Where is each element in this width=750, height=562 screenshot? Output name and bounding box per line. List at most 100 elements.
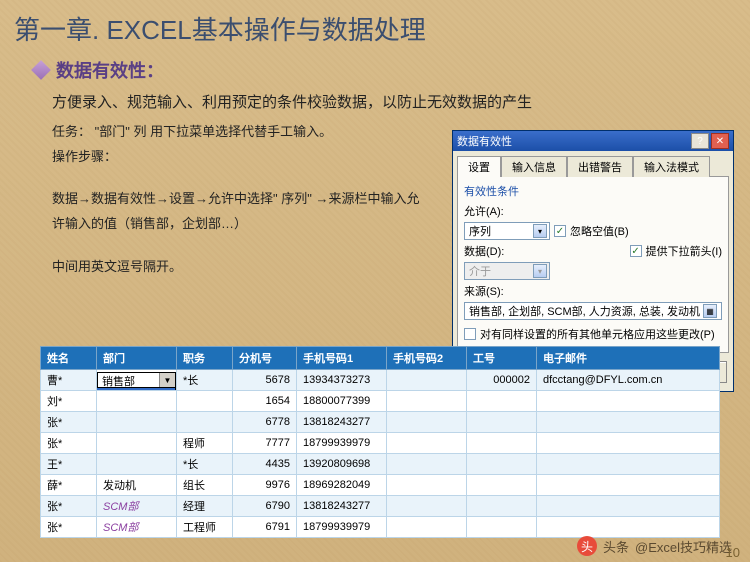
group-label: 有效性条件 (464, 183, 722, 199)
table-row[interactable]: 张*SCM部工程师679118799939979 (41, 517, 720, 538)
cell-ext[interactable]: 7777 (233, 433, 297, 454)
dialog-tabs: 设置 输入信息 出错警告 输入法模式 (453, 151, 733, 176)
cell-job[interactable]: 经理 (177, 496, 233, 517)
cell-name[interactable]: 曹* (41, 370, 97, 391)
cell-email[interactable] (537, 454, 720, 475)
dialog-close-button[interactable]: ✕ (711, 133, 729, 149)
cell-job[interactable]: *长 (177, 370, 233, 391)
cell-dept[interactable]: 发动机 (97, 475, 177, 496)
cell-phone2[interactable] (387, 517, 467, 538)
cell-email[interactable] (537, 433, 720, 454)
body-para-2: 中间用英文逗号隔开。 (52, 255, 432, 280)
cell-phone2[interactable] (387, 475, 467, 496)
cell-job[interactable]: 组长 (177, 475, 233, 496)
cell-phone1[interactable]: 13920809698 (297, 454, 387, 475)
cell-phone1[interactable]: 18799939979 (297, 517, 387, 538)
cell-ext[interactable]: 6791 (233, 517, 297, 538)
dept-input[interactable]: 销售部▼ (97, 372, 176, 389)
cell-dept[interactable] (97, 454, 177, 475)
cell-name[interactable]: 张* (41, 496, 97, 517)
cell-phone2[interactable] (387, 391, 467, 412)
cell-name[interactable]: 张* (41, 433, 97, 454)
table-row[interactable]: 张* 程师777718799939979 (41, 433, 720, 454)
cell-phone1[interactable]: 18800077399 (297, 391, 387, 412)
cell-email[interactable] (537, 412, 720, 433)
tab-ime-mode[interactable]: 输入法模式 (633, 156, 710, 177)
cell-ext[interactable]: 9976 (233, 475, 297, 496)
dialog-title-text: 数据有效性 (457, 133, 689, 149)
cell-empid[interactable] (467, 391, 537, 412)
cell-empid[interactable] (467, 496, 537, 517)
cell-name[interactable]: 张* (41, 412, 97, 433)
cell-phone1[interactable]: 18969282049 (297, 475, 387, 496)
cell-name[interactable]: 张* (41, 517, 97, 538)
tab-settings[interactable]: 设置 (457, 156, 501, 177)
cell-ext[interactable]: 5678 (233, 370, 297, 391)
table-row[interactable]: 薛*发动机组长997618969282049 (41, 475, 720, 496)
cell-ext[interactable]: 6778 (233, 412, 297, 433)
cell-job[interactable] (177, 412, 233, 433)
tab-error-alert[interactable]: 出错警告 (567, 156, 633, 177)
allow-value: 序列 (469, 223, 491, 239)
cell-dept[interactable] (97, 391, 177, 412)
cell-empid[interactable] (467, 433, 537, 454)
apply-changes-checkbox[interactable]: ✓ (464, 328, 476, 340)
cell-name[interactable]: 薛* (41, 475, 97, 496)
cell-job[interactable]: 程师 (177, 433, 233, 454)
cell-dept[interactable] (97, 412, 177, 433)
data-value: 介于 (469, 263, 491, 279)
cell-empid[interactable] (467, 412, 537, 433)
cell-ext[interactable]: 1654 (233, 391, 297, 412)
cell-phone2[interactable] (387, 412, 467, 433)
table-row[interactable]: 曹*销售部▼销售部企划部SCM部人力资源总装发动机*长5678139343732… (41, 370, 720, 391)
cell-email[interactable] (537, 517, 720, 538)
cell-empid[interactable] (467, 475, 537, 496)
tab-input-message[interactable]: 输入信息 (501, 156, 567, 177)
cell-empid[interactable]: 000002 (467, 370, 537, 391)
range-picker-icon[interactable]: ▦ (703, 304, 717, 318)
table-row[interactable]: 张* 677813818243277 (41, 412, 720, 433)
cell-phone2[interactable] (387, 496, 467, 517)
table-row[interactable]: 王* *长443513920809698 (41, 454, 720, 475)
dropdown-option[interactable]: 销售部 (97, 388, 175, 391)
dialog-titlebar[interactable]: 数据有效性 ? ✕ (453, 131, 733, 151)
cell-phone1[interactable]: 13934373273 (297, 370, 387, 391)
cell-dept[interactable] (97, 433, 177, 454)
cell-dept[interactable]: SCM部 (97, 496, 177, 517)
cell-phone2[interactable] (387, 433, 467, 454)
cell-phone1[interactable]: 18799939979 (297, 433, 387, 454)
ignore-blank-checkbox[interactable]: ✓ (554, 225, 566, 237)
provide-dropdown-checkbox[interactable]: ✓ (630, 245, 642, 257)
cell-empid[interactable] (467, 454, 537, 475)
subtitle-row: 数据有效性： (0, 51, 750, 87)
cell-job[interactable]: 工程师 (177, 517, 233, 538)
cell-name[interactable]: 王* (41, 454, 97, 475)
cell-phone2[interactable] (387, 370, 467, 391)
cell-empid[interactable] (467, 517, 537, 538)
cell-ext[interactable]: 6790 (233, 496, 297, 517)
allow-select[interactable]: 序列 ▾ (464, 222, 550, 240)
cell-email[interactable] (537, 496, 720, 517)
dialog-help-button[interactable]: ? (691, 133, 709, 149)
table-row[interactable]: 刘* 165418800077399 (41, 391, 720, 412)
cell-phone2[interactable] (387, 454, 467, 475)
cell-email[interactable] (537, 391, 720, 412)
table-row[interactable]: 张*SCM部经理679013818243277 (41, 496, 720, 517)
chevron-down-icon[interactable]: ▾ (533, 224, 547, 238)
source-input[interactable]: 销售部, 企划部, SCM部, 人力资源, 总装, 发动机 ▦ (464, 302, 722, 320)
dropdown-button[interactable]: ▼ (159, 373, 175, 388)
cell-phone1[interactable]: 13818243277 (297, 412, 387, 433)
cell-name[interactable]: 刘* (41, 391, 97, 412)
dept-input-value: 销售部 (98, 373, 159, 388)
cell-job[interactable] (177, 391, 233, 412)
dept-dropdown[interactable]: 销售部企划部SCM部人力资源总装发动机 (97, 387, 177, 391)
chevron-down-icon: ▾ (533, 264, 547, 278)
cell-job[interactable]: *长 (177, 454, 233, 475)
cell-email[interactable]: dfcctang@DFYL.com.cn (537, 370, 720, 391)
cell-email[interactable] (537, 475, 720, 496)
ignore-blank-label: 忽略空值(B) (570, 223, 629, 239)
cell-phone1[interactable]: 13818243277 (297, 496, 387, 517)
cell-ext[interactable]: 4435 (233, 454, 297, 475)
cell-dept[interactable]: 销售部▼销售部企划部SCM部人力资源总装发动机 (97, 370, 177, 391)
cell-dept[interactable]: SCM部 (97, 517, 177, 538)
